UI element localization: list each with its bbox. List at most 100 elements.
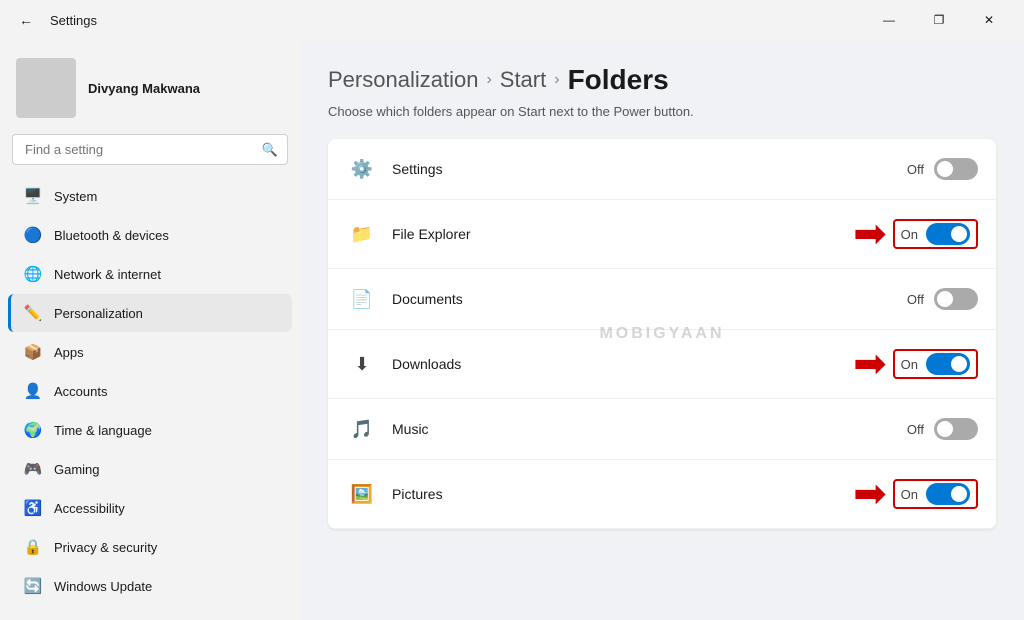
search-box: 🔍 [12, 134, 288, 165]
sidebar-item-label-network: Network & internet [54, 267, 161, 282]
folder-item-pictures: 🖼️ Pictures➡ On [328, 460, 996, 529]
breadcrumb-start[interactable]: Start [500, 67, 546, 93]
downloads-icon: ⬇ [346, 348, 378, 380]
gaming-icon: 🎮 [24, 460, 42, 478]
system-icon: 🖥️ [24, 187, 42, 205]
app-title: Settings [50, 13, 97, 28]
sidebar-item-label-windows-update: Windows Update [54, 579, 152, 594]
sidebar-item-label-bluetooth: Bluetooth & devices [54, 228, 169, 243]
settings-toggle[interactable] [934, 158, 978, 180]
music-label: Music [392, 421, 907, 437]
app-body: Divyang Makwana 🔍 🖥️ System 🔵 Bluetooth & d… [0, 40, 1024, 620]
minimize-button[interactable]: — [866, 4, 912, 36]
settings-toggle-label: Off [907, 162, 924, 177]
downloads-arrow: ➡ [853, 344, 887, 384]
sidebar-item-label-apps: Apps [54, 345, 84, 360]
folder-item-downloads: ⬇ Downloads➡ On [328, 330, 996, 399]
search-input[interactable] [12, 134, 288, 165]
file-explorer-toggle-label: On [901, 227, 918, 242]
breadcrumb-personalization[interactable]: Personalization [328, 67, 478, 93]
music-toggle-label: Off [907, 422, 924, 437]
breadcrumb-sep-1: › [486, 71, 491, 89]
documents-label: Documents [392, 291, 907, 307]
folders-list: ⚙️SettingsOff📁File Explorer➡On📄Documents… [328, 139, 996, 529]
page-description: Choose which folders appear on Start nex… [328, 104, 996, 119]
apps-icon: 📦 [24, 343, 42, 361]
music-toggle[interactable] [934, 418, 978, 440]
documents-icon: 📄 [346, 283, 378, 315]
sidebar-item-label-system: System [54, 189, 97, 204]
sidebar-item-label-gaming: Gaming [54, 462, 100, 477]
sidebar-item-label-accounts: Accounts [54, 384, 107, 399]
file-explorer-arrow: ➡ [853, 214, 887, 254]
sidebar-item-accounts[interactable]: 👤 Accounts [8, 372, 292, 410]
bluetooth-icon: 🔵 [24, 226, 42, 244]
sidebar-item-privacy[interactable]: 🔒 Privacy & security [8, 528, 292, 566]
settings-label: Settings [392, 161, 907, 177]
breadcrumb-sep-2: › [554, 71, 559, 89]
sidebar-item-bluetooth[interactable]: 🔵 Bluetooth & devices [8, 216, 292, 254]
windows-update-icon: 🔄 [24, 577, 42, 595]
pictures-icon: 🖼️ [346, 478, 378, 510]
time-icon: 🌍 [24, 421, 42, 439]
user-name: Divyang Makwana [88, 81, 200, 96]
music-toggle-section: Off [907, 418, 978, 440]
personalization-icon: ✏️ [24, 304, 42, 322]
sidebar-item-label-privacy: Privacy & security [54, 540, 157, 555]
settings-icon: ⚙️ [346, 153, 378, 185]
sidebar-item-windows-update[interactable]: 🔄 Windows Update [8, 567, 292, 605]
documents-toggle[interactable] [934, 288, 978, 310]
breadcrumb: Personalization › Start › Folders [328, 64, 996, 96]
sidebar-item-gaming[interactable]: 🎮 Gaming [8, 450, 292, 488]
network-icon: 🌐 [24, 265, 42, 283]
privacy-icon: 🔒 [24, 538, 42, 556]
search-icon: 🔍 [262, 142, 278, 158]
pictures-toggle[interactable] [926, 483, 970, 505]
downloads-toggle-box: On [893, 349, 978, 379]
settings-toggle-section: Off [907, 158, 978, 180]
window-controls: — ❐ ✕ [866, 4, 1012, 36]
sidebar-item-network[interactable]: 🌐 Network & internet [8, 255, 292, 293]
avatar [16, 58, 76, 118]
sidebar-item-label-time: Time & language [54, 423, 152, 438]
pictures-toggle-box: On [893, 479, 978, 509]
pictures-label: Pictures [392, 486, 853, 502]
downloads-highlight: ➡ On [853, 344, 978, 384]
sidebar-item-personalization[interactable]: ✏️ Personalization [8, 294, 292, 332]
close-button[interactable]: ✕ [966, 4, 1012, 36]
pictures-highlight: ➡ On [853, 474, 978, 514]
sidebar-item-system[interactable]: 🖥️ System [8, 177, 292, 215]
downloads-toggle-label: On [901, 357, 918, 372]
file-explorer-icon: 📁 [346, 218, 378, 250]
file-explorer-label: File Explorer [392, 226, 853, 242]
title-bar: ← Settings — ❐ ✕ [0, 0, 1024, 40]
accessibility-icon: ♿ [24, 499, 42, 517]
page-title: Folders [568, 64, 669, 96]
downloads-toggle[interactable] [926, 353, 970, 375]
accounts-icon: 👤 [24, 382, 42, 400]
documents-toggle-section: Off [907, 288, 978, 310]
folder-item-file-explorer: 📁 File Explorer➡ On [328, 200, 996, 269]
title-bar-left: ← Settings [12, 6, 97, 34]
pictures-toggle-label: On [901, 487, 918, 502]
back-button[interactable]: ← [12, 6, 40, 34]
user-section: Divyang Makwana [0, 48, 300, 134]
documents-toggle-label: Off [907, 292, 924, 307]
maximize-button[interactable]: ❐ [916, 4, 962, 36]
sidebar-item-label-personalization: Personalization [54, 306, 143, 321]
sidebar-item-accessibility[interactable]: ♿ Accessibility [8, 489, 292, 527]
sidebar-item-label-accessibility: Accessibility [54, 501, 125, 516]
file-explorer-highlight: ➡ On [853, 214, 978, 254]
downloads-label: Downloads [392, 356, 853, 372]
sidebar-item-time[interactable]: 🌍 Time & language [8, 411, 292, 449]
main-content: Personalization › Start › Folders Choose… [300, 40, 1024, 620]
file-explorer-toggle-box: On [893, 219, 978, 249]
file-explorer-toggle[interactable] [926, 223, 970, 245]
pictures-arrow: ➡ [853, 474, 887, 514]
sidebar-item-apps[interactable]: 📦 Apps [8, 333, 292, 371]
folder-item-documents: 📄 DocumentsOff [328, 269, 996, 330]
sidebar: Divyang Makwana 🔍 🖥️ System 🔵 Bluetooth & d… [0, 40, 300, 620]
folder-item-music: 🎵 MusicOff [328, 399, 996, 460]
folder-item-settings: ⚙️ SettingsOff [328, 139, 996, 200]
music-icon: 🎵 [346, 413, 378, 445]
